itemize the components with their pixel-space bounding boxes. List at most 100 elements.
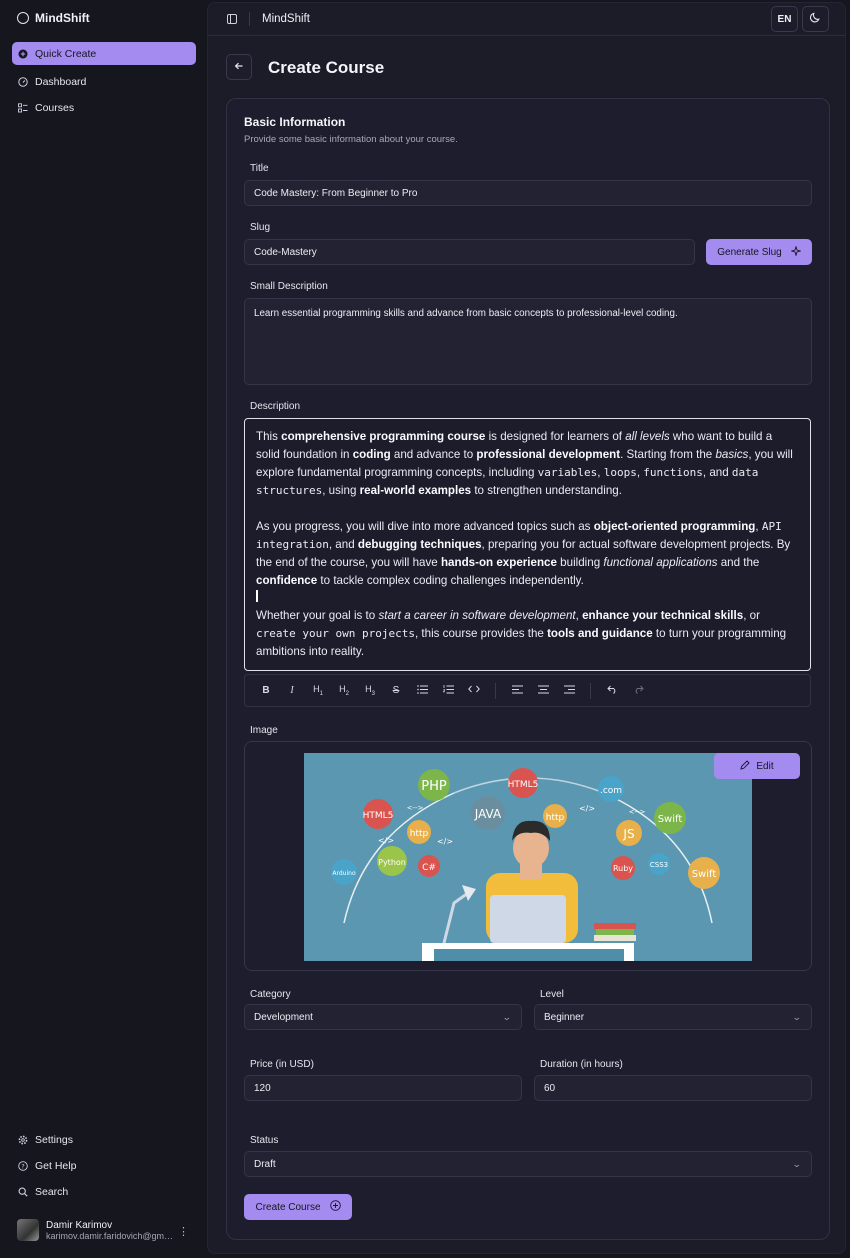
toolbar-divider: [495, 682, 496, 699]
level-select[interactable]: Beginner ⌄: [534, 1004, 812, 1030]
chevron-down-icon: ⌄: [502, 1012, 513, 1022]
moon-icon: [810, 12, 821, 26]
h2-icon[interactable]: H2: [331, 684, 357, 697]
gear-icon: [18, 1135, 28, 1145]
search-icon: [18, 1187, 28, 1197]
code-mark: </>: [579, 804, 595, 813]
brand[interactable]: MindShift: [17, 11, 90, 25]
code-mark: <-->: [407, 804, 424, 812]
sidebar-item-get-help[interactable]: ? Get Help: [12, 1154, 196, 1177]
sidebar-item-label: Courses: [35, 101, 75, 114]
strikethrough-icon[interactable]: S: [383, 685, 409, 696]
language-label: EN: [777, 13, 792, 25]
level-label: Level: [540, 989, 564, 1000]
sidebar-item-settings[interactable]: Settings: [12, 1128, 196, 1151]
ruby-bubble: Ruby: [613, 864, 633, 873]
title-input[interactable]: Code Mastery: From Beginner to Pro: [244, 180, 812, 206]
edit-image-button[interactable]: Edit: [714, 753, 800, 779]
description-editor[interactable]: This comprehensive programming course is…: [244, 418, 811, 671]
back-button[interactable]: [226, 54, 252, 80]
text-caret: [256, 590, 258, 602]
text-run: is designed for learners of: [485, 430, 626, 443]
topbar-title: MindShift: [262, 13, 310, 25]
swift-bubble: Swift: [692, 869, 717, 880]
h1-icon[interactable]: H1: [305, 684, 331, 697]
http-bubble: http: [410, 829, 429, 839]
sidebar-toggle-icon[interactable]: [227, 14, 237, 24]
align-left-icon[interactable]: [504, 685, 530, 697]
h3-icon[interactable]: H3: [357, 684, 383, 697]
sidebar-item-courses[interactable]: Courses: [12, 96, 196, 119]
code-run: loops: [603, 466, 637, 479]
italic-icon[interactable]: I: [279, 685, 305, 696]
align-center-icon[interactable]: [530, 685, 556, 697]
chevron-down-icon: ⌄: [792, 1012, 803, 1022]
duration-input[interactable]: 60: [534, 1075, 812, 1101]
price-label: Price (in USD): [250, 1059, 314, 1070]
status-label: Status: [250, 1135, 279, 1146]
more-vertical-icon[interactable]: ⋮: [178, 1225, 189, 1238]
svg-text:?: ?: [21, 1162, 24, 1170]
user-menu[interactable]: Damir Karimov karimov.damir.faridovich@g…: [17, 1219, 197, 1241]
avatar: [17, 1219, 39, 1241]
text-run: , this course provides the: [414, 627, 548, 640]
sidebar-item-dashboard[interactable]: Dashboard: [12, 70, 196, 93]
text-run: and advance to: [390, 448, 477, 461]
status-select[interactable]: Draft ⌄: [244, 1151, 812, 1177]
text-run: to tackle complex coding challenges inde…: [317, 574, 584, 587]
slug-label: Slug: [250, 222, 271, 233]
description-paragraph-2: As you progress, you will dive into more…: [256, 518, 799, 590]
sidebar-item-search[interactable]: Search: [12, 1180, 196, 1203]
small-description-textarea[interactable]: Learn essential programming skills and a…: [244, 298, 812, 385]
italic-run: functional applications: [603, 556, 718, 569]
php-bubble: PHP: [421, 779, 447, 794]
ordered-list-icon[interactable]: [435, 684, 461, 697]
user-name: Damir Karimov: [46, 1219, 113, 1231]
bold-icon[interactable]: B: [253, 685, 279, 696]
align-right-icon[interactable]: [556, 685, 582, 697]
category-label: Category: [250, 989, 291, 1000]
slug-input-value: Code-Mastery: [254, 246, 317, 258]
text-run: , and: [702, 466, 732, 479]
slug-input[interactable]: Code-Mastery: [244, 239, 695, 265]
language-button[interactable]: EN: [771, 6, 798, 32]
csharp-bubble: C#: [422, 863, 436, 873]
html5-bubble: HTML5: [363, 811, 394, 821]
code-run: functions: [643, 466, 703, 479]
generate-slug-button[interactable]: Generate Slug: [706, 239, 812, 265]
pencil-icon: [740, 759, 751, 773]
redo-icon[interactable]: [625, 685, 651, 697]
bold-run: professional development: [476, 448, 621, 461]
bullet-list-icon[interactable]: [409, 684, 435, 697]
java-bubble: JAVA: [474, 807, 502, 821]
image-upload[interactable]: PHP HTML5 HTML5 JAVA http http .com Swif…: [244, 741, 812, 971]
help-circle-icon: ?: [18, 1160, 28, 1171]
bold-run: tools and guidance: [547, 627, 653, 640]
description-paragraph-1: This comprehensive programming course is…: [256, 428, 799, 500]
code-icon[interactable]: [461, 685, 487, 696]
bold-run: confidence: [256, 574, 318, 587]
category-select[interactable]: Development ⌄: [244, 1004, 522, 1030]
text-run: , or: [743, 609, 760, 622]
duration-value: 60: [544, 1082, 556, 1094]
price-value: 120: [254, 1082, 271, 1094]
create-course-button[interactable]: Create Course: [244, 1194, 352, 1220]
sidebar-item-label: Search: [35, 1185, 69, 1198]
price-input[interactable]: 120: [244, 1075, 522, 1101]
js-bubble: JS: [622, 827, 634, 841]
undo-icon[interactable]: [599, 685, 625, 697]
section-subtitle: Provide some basic information about you…: [244, 134, 458, 145]
toolbar-divider: [590, 682, 591, 699]
html5-bubble: HTML5: [508, 780, 539, 790]
sidebar-item-quick-create[interactable]: Quick Create: [12, 42, 196, 65]
create-course-label: Create Course: [255, 1201, 321, 1213]
com-bubble: .com: [600, 786, 622, 796]
gauge-icon: [18, 76, 28, 87]
text-run: As you progress, you will dive into more…: [256, 520, 594, 533]
section-title: Basic Information: [244, 115, 346, 129]
theme-toggle-button[interactable]: [802, 6, 829, 32]
user-email: karimov.damir.faridovich@gmail.com: [46, 1230, 174, 1241]
description-paragraph-3: Whether your goal is to start a career i…: [256, 607, 799, 661]
http-bubble: http: [546, 813, 565, 823]
sidebar-item-label: Settings: [35, 1133, 73, 1146]
